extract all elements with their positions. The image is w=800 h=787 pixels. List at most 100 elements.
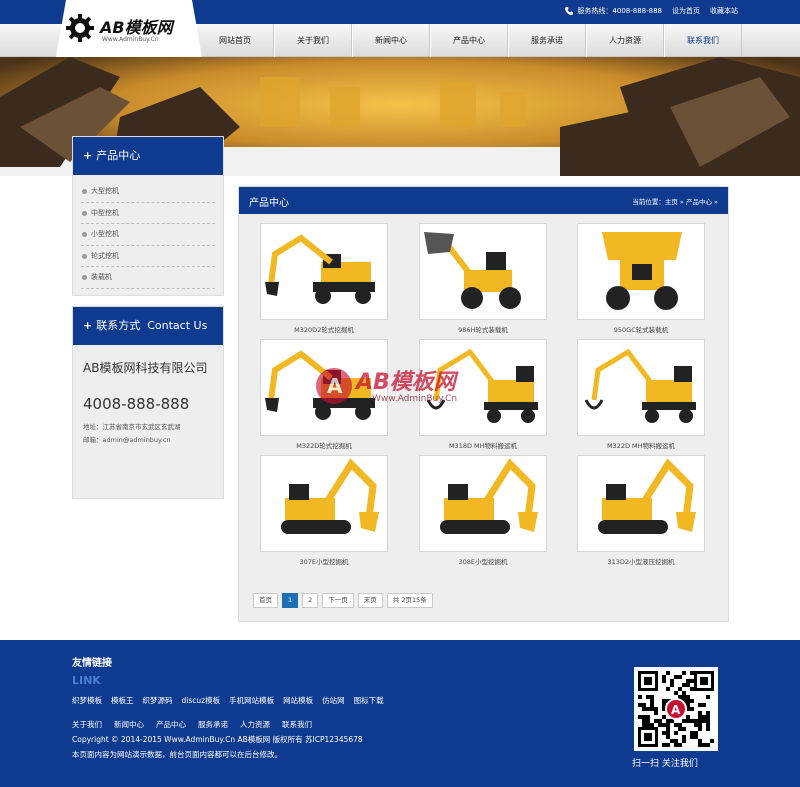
footer-links-title-en: LINK <box>72 674 101 687</box>
product-caption[interactable]: M322D MH物料搬运机 <box>577 440 705 450</box>
friend-link[interactable]: 仿站网 <box>322 695 345 706</box>
nav-item-hr[interactable]: 人力资源 <box>586 24 664 57</box>
phone-icon <box>565 7 574 15</box>
friend-link[interactable]: 网站模板 <box>283 695 313 706</box>
excavator-image-icon <box>281 458 379 534</box>
product-card[interactable]: 950GC轮式装载机 <box>577 223 705 334</box>
pager-first[interactable]: 首页 <box>253 593 278 608</box>
header: AB模板网 Www.AdminBuy.Cn 网站首页 关于我们 新闻中心 产品中… <box>0 0 800 57</box>
product-caption[interactable]: 950GC轮式装载机 <box>577 324 705 334</box>
product-panel-title: 产品中心 <box>249 198 289 209</box>
friend-link[interactable]: 织梦源码 <box>143 695 173 706</box>
nav-item-service[interactable]: 服务承诺 <box>508 24 586 57</box>
nav-item-contact[interactable]: 联系我们 <box>664 24 742 57</box>
footer-nav-news[interactable]: 新闻中心 <box>114 719 144 730</box>
footer-nav-about[interactable]: 关于我们 <box>72 719 102 730</box>
breadcrumb[interactable]: 当前位置：主页 » 产品中心 » <box>632 196 718 206</box>
nav-item-home[interactable]: 网站首页 <box>196 24 274 57</box>
product-caption[interactable]: 308E小型挖掘机 <box>419 556 547 566</box>
product-caption[interactable]: M318D MH物料搬运机 <box>419 440 547 450</box>
contact-body: AB模板网科技有限公司 4008-888-888 地址：江苏省南京市玄武区玄武湖… <box>73 345 223 457</box>
pager-last[interactable]: 末页 <box>357 593 383 608</box>
product-image[interactable] <box>577 455 705 552</box>
footer-nav-products[interactable]: 产品中心 <box>156 719 186 730</box>
sidebar-item-wheeled-excavator[interactable]: 轮式挖机 <box>81 246 215 267</box>
logo[interactable]: AB模板网 Www.AdminBuy.Cn <box>56 0 202 57</box>
pagination: 首页 1 2 下一页 末页 共 2页15条 <box>253 593 433 608</box>
footer-note: 本页面内容为网站演示数据，前台页面内容都可以在后台修改。 <box>72 750 282 759</box>
sidebar-item-small-excavator[interactable]: 小型挖机 <box>81 224 215 246</box>
product-card[interactable]: 986H轮式装载机 <box>419 223 547 334</box>
product-card[interactable]: 313D2小型液压挖掘机 <box>577 455 705 566</box>
footer-nav-service[interactable]: 服务承诺 <box>198 719 228 730</box>
qr-code-icon: A <box>638 671 714 747</box>
sidebar-contact: + 联系方式 Contact Us AB模板网科技有限公司 4008-888-88… <box>72 306 224 499</box>
sidebar-item-medium-excavator[interactable]: 中型挖机 <box>81 203 215 224</box>
footer-nav: 关于我们 新闻中心 产品中心 服务承诺 人力资源 联系我们 <box>72 719 312 730</box>
set-home-link[interactable]: 设为首页 <box>672 6 700 16</box>
excavator-image-icon <box>584 348 696 423</box>
bookmark-link[interactable]: 收藏本站 <box>710 6 738 16</box>
gear-icon <box>66 14 94 42</box>
friend-link[interactable]: 织梦模板 <box>72 695 102 706</box>
copyright: Copyright © 2014-2015 Www.AdminBuy.Cn AB… <box>72 735 363 744</box>
product-image[interactable] <box>260 455 388 552</box>
pager-page-1[interactable]: 1 <box>282 593 299 608</box>
company-name: AB模板网科技有限公司 <box>83 361 208 375</box>
contact-address: 地址：江苏省南京市玄武区玄武湖 <box>83 423 181 431</box>
product-caption[interactable]: M322D轮式挖掘机 <box>260 440 388 450</box>
contact-email: 邮箱：admin@adminbuy.cn <box>83 436 171 444</box>
product-caption[interactable]: 986H轮式装载机 <box>419 324 547 334</box>
product-image[interactable] <box>419 455 547 552</box>
product-image[interactable] <box>419 223 547 320</box>
sidebar-products: + 产品中心 大型挖机 中型挖机 小型挖机 轮式挖机 装载机 <box>72 136 224 296</box>
product-image[interactable] <box>577 223 705 320</box>
footer-nav-contact[interactable]: 联系我们 <box>282 719 312 730</box>
friend-link[interactable]: 模板王 <box>111 695 134 706</box>
product-card[interactable]: 307E小型挖掘机 <box>260 455 388 566</box>
sidebar-contact-title: 联系方式 <box>96 319 141 332</box>
product-card[interactable]: M320D2轮式挖掘机 <box>260 223 388 334</box>
svg-text:A: A <box>327 374 343 398</box>
main-nav: 网站首页 关于我们 新闻中心 产品中心 服务承诺 人力资源 联系我们 <box>196 24 742 57</box>
footer: 友情链接 LINK 织梦模板 模板王 织梦源码 discuz模板 手机网站模板 … <box>0 640 800 787</box>
qr-code: A <box>634 667 718 751</box>
friend-link[interactable]: 图标下载 <box>354 695 384 706</box>
friend-link[interactable]: 手机网站模板 <box>229 695 274 706</box>
sidebar-item-large-excavator[interactable]: 大型挖机 <box>81 181 215 203</box>
nav-item-products[interactable]: 产品中心 <box>430 24 508 57</box>
nav-item-news[interactable]: 新闻中心 <box>352 24 430 57</box>
hotline: 服务热线：4008-888-888 <box>564 6 662 16</box>
excavator-image-icon <box>265 234 375 304</box>
sidebar-products-header: + 产品中心 <box>73 137 223 175</box>
sidebar-contact-header: + 联系方式 Contact Us <box>73 307 223 345</box>
excavator-image-icon <box>602 232 682 310</box>
product-caption[interactable]: 313D2小型液压挖掘机 <box>577 556 705 566</box>
product-image[interactable] <box>260 223 388 320</box>
sidebar-products-title: 产品中心 <box>96 149 141 162</box>
pager-page-2[interactable]: 2 <box>302 593 319 608</box>
excavator-image-icon <box>424 232 521 309</box>
product-card[interactable]: 308E小型挖掘机 <box>419 455 547 566</box>
svg-text:A: A <box>671 703 681 717</box>
friend-link[interactable]: discuz模板 <box>182 695 221 706</box>
watermark: A AB模板网 Www.AdminBuy.Cn <box>312 358 502 418</box>
pager-summary: 共 2页15条 <box>386 593 433 608</box>
product-image[interactable] <box>577 339 705 436</box>
sidebar-item-loader[interactable]: 装载机 <box>81 267 215 289</box>
footer-nav-hr[interactable]: 人力资源 <box>240 719 270 730</box>
pager-next[interactable]: 下一页 <box>322 593 354 608</box>
footer-links-title: 友情链接 <box>72 658 112 669</box>
logo-subtitle: Www.AdminBuy.Cn <box>102 36 159 43</box>
product-caption[interactable]: M320D2轮式挖掘机 <box>260 324 388 334</box>
product-card[interactable]: M322D MH物料搬运机 <box>577 339 705 450</box>
product-panel-header: 产品中心 当前位置：主页 » 产品中心 » <box>239 187 728 214</box>
friend-links: 织梦模板 模板王 织梦源码 discuz模板 手机网站模板 网站模板 仿站网 图… <box>72 695 384 706</box>
plus-icon: + <box>83 149 93 162</box>
watermark-url: Www.AdminBuy.Cn <box>372 394 458 404</box>
nav-item-about[interactable]: 关于我们 <box>274 24 352 57</box>
excavator-image-icon <box>440 458 538 534</box>
top-bar-links: 服务热线：4008-888-888 设为首页 收藏本站 <box>564 6 738 16</box>
product-caption[interactable]: 307E小型挖掘机 <box>260 556 388 566</box>
watermark-title: AB模板网 <box>356 370 456 395</box>
